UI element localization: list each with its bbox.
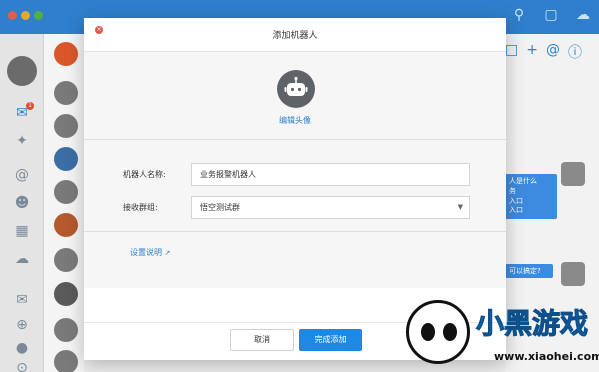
conversation-avatar[interactable] xyxy=(54,213,78,237)
unread-badge: 1 xyxy=(26,102,34,110)
dialog-header: × 添加机器人 xyxy=(84,18,506,52)
watermark-title: 小黑游戏 xyxy=(475,307,589,341)
robot-name-label: 机器人名称: xyxy=(123,170,166,179)
help-link-label: 设置说明 xyxy=(130,248,162,257)
chat-bubble: 人是什么 务 入口 入口 xyxy=(505,174,557,220)
info-icon[interactable]: ⓘ xyxy=(568,42,582,62)
group-select[interactable]: 悟空测试群 ▼ xyxy=(191,196,470,219)
mention-icon[interactable]: @ xyxy=(546,42,560,62)
conversation-avatar[interactable] xyxy=(54,318,78,342)
conversation-avatar[interactable] xyxy=(54,180,78,204)
conversation-avatar[interactable] xyxy=(54,42,78,66)
group-select-value: 悟空测试群 xyxy=(200,203,240,212)
cloud-disk-icon[interactable]: ☁ xyxy=(13,250,31,268)
contacts-icon[interactable]: ☻ xyxy=(13,194,31,212)
chat-avatar[interactable] xyxy=(561,262,585,286)
cancel-button[interactable]: 取消 xyxy=(230,329,294,351)
dialog-title: 添加机器人 xyxy=(272,31,318,41)
user-icon[interactable]: ● xyxy=(13,339,31,357)
search-icon[interactable]: ⚲ xyxy=(509,7,529,23)
apps-icon[interactable]: ▦ xyxy=(13,222,31,240)
panda-logo-icon xyxy=(406,300,470,364)
bubble-line: 入口 xyxy=(509,206,523,215)
titlebar-icons: ⚲ ▢ ☁ xyxy=(509,7,593,23)
sidebar: ✉ 1 ✦ @ ☻ ▦ ☁ ✉ ⊕ ● ⊙ xyxy=(0,34,44,372)
external-link-icon: ↗ xyxy=(164,249,171,257)
settings-help-link[interactable]: 设置说明 ↗ xyxy=(130,247,170,258)
chevron-down-icon: ▼ xyxy=(457,203,463,211)
watermark-url: www.xiaohei.com xyxy=(494,350,599,363)
panda-eye xyxy=(421,323,435,341)
user-avatar[interactable] xyxy=(7,56,37,86)
pin-icon[interactable]: ✦ xyxy=(13,132,31,150)
conversation-avatar[interactable] xyxy=(54,282,78,306)
chat-toolbar: □ + @ ⓘ xyxy=(505,42,582,62)
message-icon[interactable]: ✉ 1 xyxy=(13,102,34,122)
cloud-icon[interactable]: ☁ xyxy=(573,7,593,23)
mail-icon[interactable]: ✉ xyxy=(13,291,31,309)
window-minimize-button[interactable] xyxy=(21,11,30,20)
confirm-add-button[interactable]: 完成添加 xyxy=(299,329,362,351)
conversation-avatar[interactable] xyxy=(54,350,78,372)
add-icon[interactable]: ⊕ xyxy=(13,316,31,334)
bubble-line: 务 xyxy=(509,186,516,195)
settings-icon[interactable]: ⊙ xyxy=(13,359,31,372)
plus-icon[interactable]: + xyxy=(526,42,538,62)
panda-eye xyxy=(443,323,457,341)
divider xyxy=(84,231,506,232)
bubble-line: 入口 xyxy=(509,196,523,205)
robot-icon xyxy=(284,76,308,96)
group-label: 接收群组: xyxy=(123,203,158,212)
bubble-line: 人是什么 xyxy=(509,177,537,185)
folder-icon[interactable]: □ xyxy=(505,42,518,62)
box-icon[interactable]: ▢ xyxy=(541,7,561,23)
chat-avatar[interactable] xyxy=(561,162,585,186)
edit-avatar-link[interactable]: 编辑头像 xyxy=(84,115,506,126)
conversation-avatar[interactable] xyxy=(54,248,78,272)
conversation-avatar[interactable] xyxy=(54,147,78,171)
conversation-avatar[interactable] xyxy=(54,81,78,105)
divider xyxy=(84,139,506,140)
window-close-button[interactable] xyxy=(8,11,17,20)
window-maximize-button[interactable] xyxy=(34,11,43,20)
watermark-logo: 小黑游戏 www.xiaohei.com xyxy=(404,298,599,368)
at-icon[interactable]: @ xyxy=(13,166,31,184)
chat-reply-bubble: 可以搞定? xyxy=(505,264,553,278)
robot-avatar[interactable] xyxy=(277,70,315,108)
robot-name-input[interactable]: 业务报警机器人 xyxy=(191,163,470,186)
conversation-avatar[interactable] xyxy=(54,114,78,138)
conversation-list xyxy=(44,34,84,372)
